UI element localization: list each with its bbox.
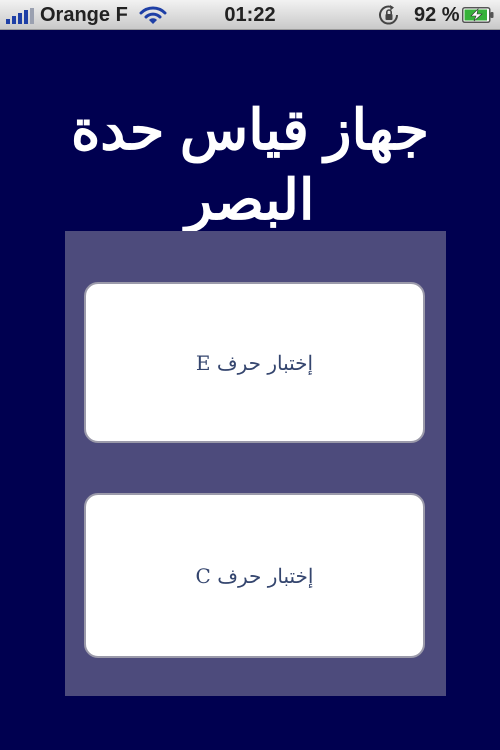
test-letter-c-button[interactable]: إختبار حرف C xyxy=(84,493,425,658)
battery-percentage: 92 % xyxy=(414,4,460,26)
test-letter-e-button[interactable]: إختبار حرف E xyxy=(84,282,425,443)
status-bar: Orange F 01:22 92 % xyxy=(0,0,500,30)
rotation-lock-icon xyxy=(379,5,399,25)
test-letter-c-label: إختبار حرف C xyxy=(195,563,314,588)
test-letter-e-label: إختبار حرف E xyxy=(195,350,314,375)
battery-charging-icon xyxy=(462,7,494,23)
tests-panel: إختبار حرف E إختبار حرف C xyxy=(65,231,446,696)
page-title: جهاز قياس حدة البصر xyxy=(70,98,430,231)
